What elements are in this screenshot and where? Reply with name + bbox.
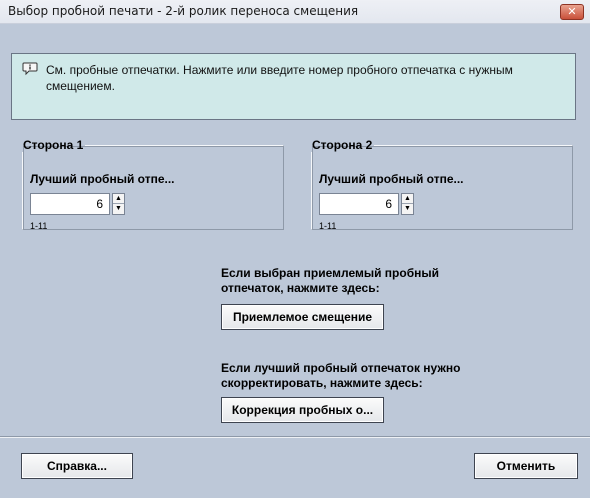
side-2-increment-button[interactable]: ▲ [402, 194, 413, 204]
side-1-range: 1-11 [30, 221, 48, 231]
side-2-best-proof-label: Лучший пробный отпе... [319, 172, 464, 186]
side-2-spinner: ▲ ▼ [401, 193, 414, 215]
side-1-increment-button[interactable]: ▲ [113, 194, 124, 204]
dialog-title: Выбор пробной печати - 2-й ролик перенос… [8, 4, 359, 18]
speech-bubble-icon [22, 62, 38, 76]
side-2-legend: Сторона 2 [312, 138, 373, 152]
side-2-decrement-button[interactable]: ▼ [402, 204, 413, 214]
info-message-box: См. пробные отпечатки. Нажмите или введи… [11, 53, 576, 120]
accept-prompt: Если выбран приемлемый пробный отпечаток… [221, 266, 439, 295]
side-2-best-proof-input[interactable]: 6 [319, 193, 399, 215]
help-button[interactable]: Справка... [21, 453, 133, 479]
correct-prompt: Если лучший пробный отпечаток нужно скор… [221, 361, 461, 390]
side-1-group: Сторона 1 Лучший пробный отпе... 6 ▲ ▼ 1… [22, 138, 284, 231]
side-1-spinner: ▲ ▼ [112, 193, 125, 215]
dialog-window: Выбор пробной печати - 2-й ролик перенос… [0, 0, 590, 498]
side-1-decrement-button[interactable]: ▼ [113, 204, 124, 214]
title-bar[interactable]: Выбор пробной печати - 2-й ролик перенос… [0, 0, 590, 24]
side-1-legend: Сторона 1 [23, 138, 84, 152]
cancel-button[interactable]: Отменить [474, 453, 578, 479]
side-2-group: Сторона 2 Лучший пробный отпе... 6 ▲ ▼ 1… [311, 138, 573, 231]
side-1-best-proof-input[interactable]: 6 [30, 193, 110, 215]
accept-offset-button[interactable]: Приемлемое смещение [221, 304, 384, 330]
side-1-best-proof-label: Лучший пробный отпе... [30, 172, 175, 186]
info-text: См. пробные отпечатки. Нажмите или введи… [46, 63, 513, 93]
side-2-range: 1-11 [319, 221, 337, 231]
close-button[interactable]: ✕ [560, 4, 584, 20]
footer-divider-highlight [0, 437, 590, 438]
correct-proofs-button[interactable]: Коррекция пробных о... [221, 397, 384, 423]
